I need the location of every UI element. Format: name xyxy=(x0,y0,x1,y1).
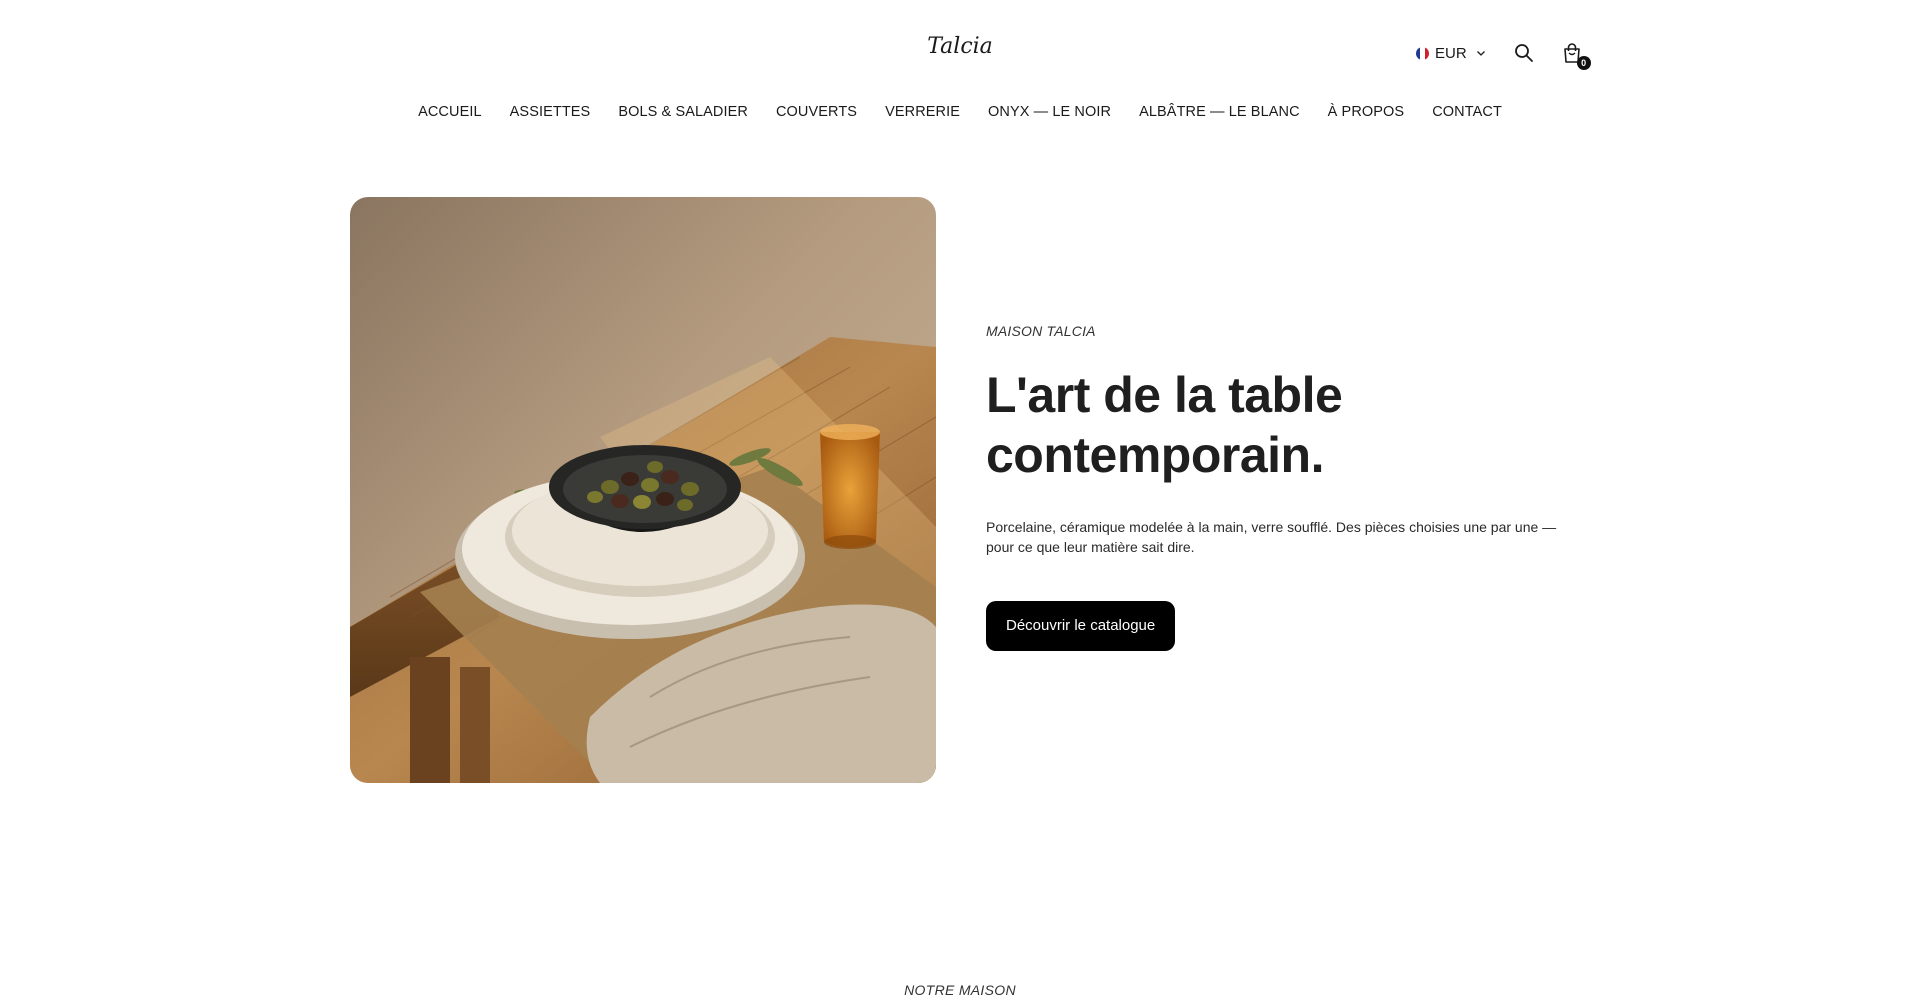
discover-catalogue-button[interactable]: Découvrir le catalogue xyxy=(986,601,1176,651)
nav-item-couverts[interactable]: COUVERTS xyxy=(776,104,857,120)
currency-selector[interactable]: EUR xyxy=(1416,45,1487,62)
cart-button[interactable]: 0 xyxy=(1561,42,1591,70)
nav-item-contact[interactable]: CONTACT xyxy=(1432,104,1502,120)
main-nav: ACCUEIL ASSIETTES BOLS & SALADIER COUVER… xyxy=(0,104,1920,120)
hero-text-block: MAISON TALCIA L'art de la table contempo… xyxy=(986,323,1570,651)
nav-item-onyx[interactable]: ONYX — LE NOIR xyxy=(988,104,1111,120)
nav-item-albatre[interactable]: ALBÂTRE — LE BLANC xyxy=(1139,104,1300,120)
hero-headline: L'art de la table contemporain. xyxy=(986,367,1343,483)
chevron-down-icon xyxy=(1476,51,1485,56)
hero-section: MAISON TALCIA L'art de la table contempo… xyxy=(350,197,1570,783)
nav-item-a-propos[interactable]: À PROPOS xyxy=(1328,104,1405,120)
nav-item-verrerie[interactable]: VERRERIE xyxy=(885,104,960,120)
nav-item-accueil[interactable]: ACCUEIL xyxy=(418,104,482,120)
nav-item-bols-saladier[interactable]: BOLS & SALADIER xyxy=(618,104,748,120)
france-flag-icon xyxy=(1416,46,1429,60)
logo: Talcia xyxy=(0,34,1920,59)
logo-text[interactable]: Talcia xyxy=(927,34,993,59)
search-icon xyxy=(1514,44,1533,62)
table-setting-illustration xyxy=(350,197,936,783)
next-section-eyebrow: NOTRE MAISON xyxy=(904,982,1016,998)
cart-count-badge: 0 xyxy=(1576,56,1591,70)
header-tools: EUR 0 xyxy=(1416,38,1591,70)
hero-description: Porcelaine, céramique modelée à la main,… xyxy=(986,519,1557,555)
nav-item-assiettes[interactable]: ASSIETTES xyxy=(510,104,591,120)
currency-label: EUR xyxy=(1435,44,1467,62)
hero-eyebrow: MAISON TALCIA xyxy=(986,323,1096,339)
hero-image xyxy=(350,197,936,783)
search-button[interactable] xyxy=(1513,42,1535,64)
site-header: Talcia EUR 0 ACCUEIL ASSIETTES BOLS & SA… xyxy=(0,0,1920,150)
